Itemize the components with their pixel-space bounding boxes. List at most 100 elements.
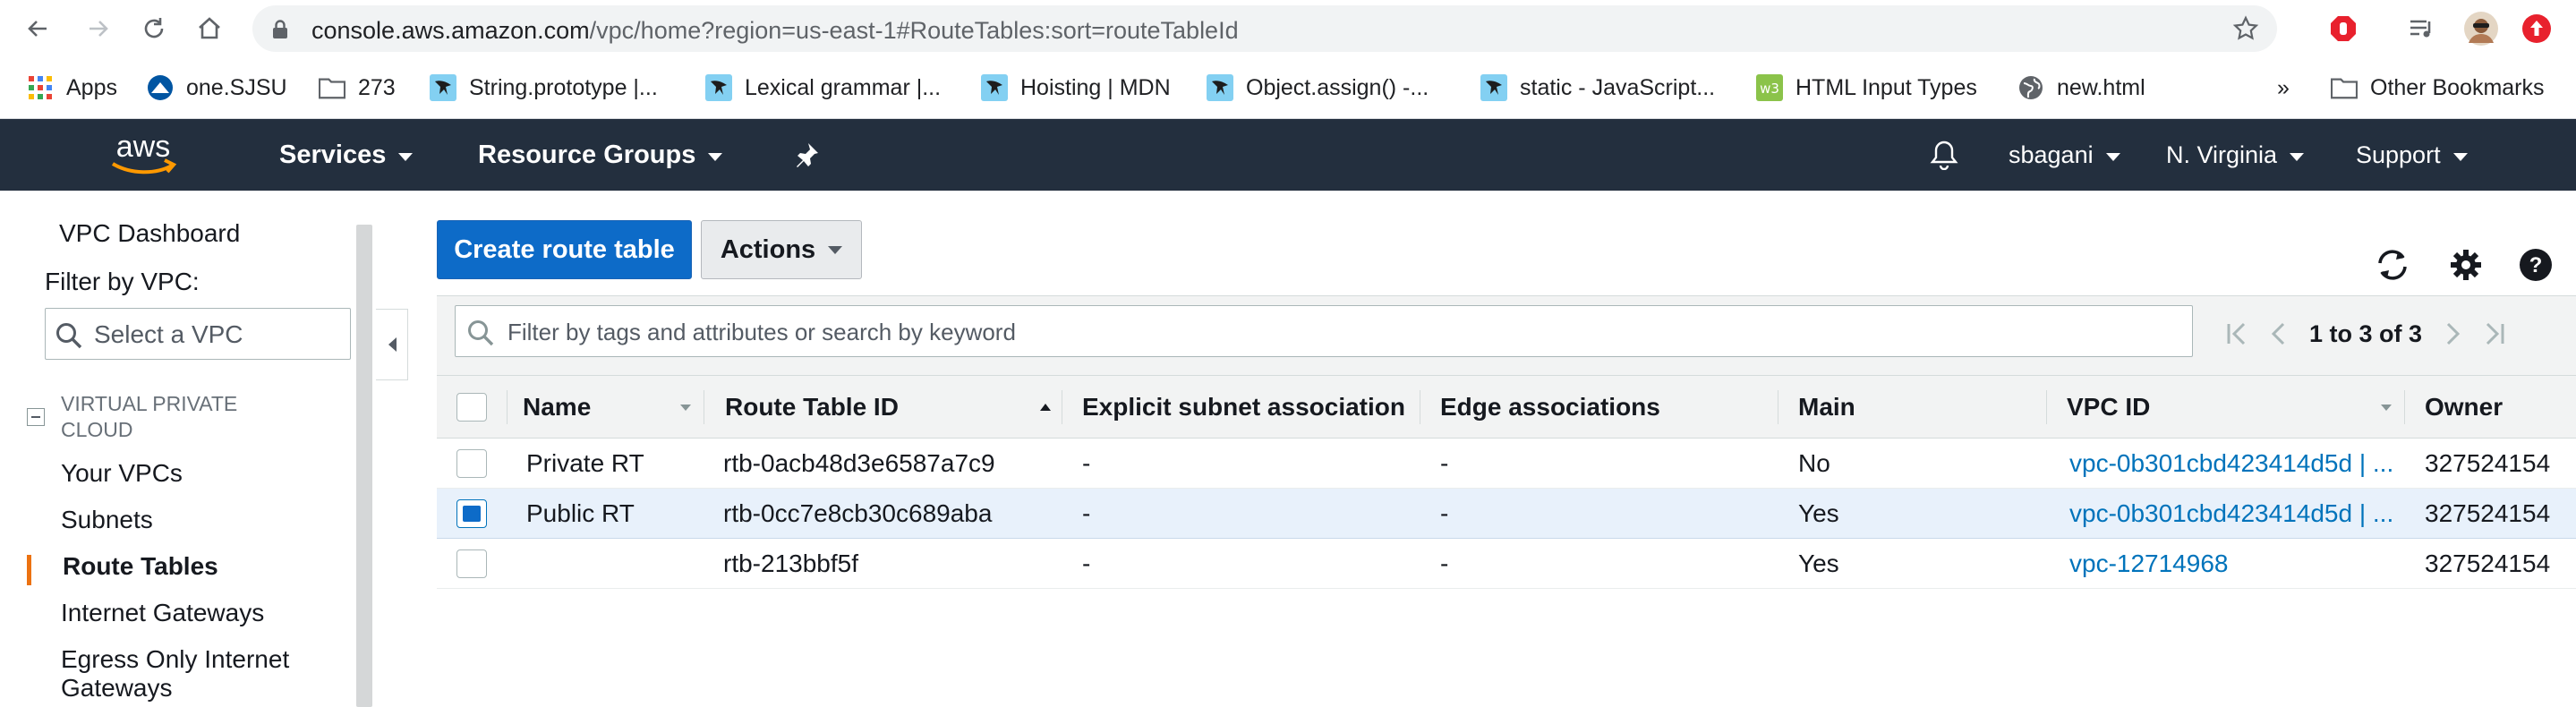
bookmarks-overflow-button[interactable]: » (2277, 70, 2290, 106)
cell-edge-associations: - (1440, 499, 1449, 527)
next-page-icon[interactable] (2433, 316, 2474, 352)
search-icon (466, 319, 495, 352)
column-header-vpc-id[interactable]: VPC ID (2067, 376, 2371, 439)
address-bar[interactable]: console.aws.amazon.com/vpc/home?region=u… (252, 5, 2277, 52)
media-queue-icon[interactable] (2404, 11, 2440, 47)
notifications-bell-icon[interactable] (1930, 139, 1958, 171)
bookmark-273[interactable]: 273 (319, 70, 396, 106)
chevron-down-icon (2452, 152, 2468, 161)
select-all-checkbox[interactable] (456, 393, 487, 422)
column-divider (2046, 390, 2047, 424)
cell-owner: 327524154 (2425, 499, 2551, 527)
column-header-explicit-subnet-association[interactable]: Explicit subnet association (1082, 376, 1413, 439)
sidebar-item-subnets[interactable]: Subnets (61, 506, 153, 534)
bookmark-label: Apps (66, 74, 117, 100)
sort-caret-icon[interactable] (680, 405, 691, 411)
cell-vpc-id-link[interactable]: vpc-12714968 (2069, 539, 2401, 589)
lock-icon (272, 20, 288, 44)
actions-dropdown-button[interactable]: Actions (701, 220, 862, 279)
bookmark-hoisting[interactable]: Hoisting | MDN (981, 70, 1171, 106)
adblock-extension-icon[interactable] (2325, 11, 2361, 47)
bookmark-one-sjsu[interactable]: one.SJSU (147, 70, 287, 106)
services-menu[interactable]: Services (279, 139, 414, 171)
chevron-down-icon (2105, 152, 2120, 161)
table-row[interactable]: Private RT rtb-0acb48d3e6587a7c9 - - No … (437, 439, 2576, 489)
settings-gear-icon[interactable] (2447, 246, 2485, 284)
aws-logo[interactable]: aws (106, 130, 181, 184)
cell-vpc-id-link[interactable]: vpc-0b301cbd423414d5d | ... (2069, 489, 2401, 539)
row-checkbox-checked[interactable] (456, 499, 487, 528)
bookmark-html-input-types[interactable]: w3 HTML Input Types (1756, 70, 1977, 106)
update-icon[interactable] (2519, 11, 2555, 47)
sidebar-item-route-tables[interactable]: Route Tables (63, 552, 218, 581)
cell-explicit-subnet-association: - (1082, 549, 1091, 577)
folder-icon (319, 74, 345, 101)
column-header-route-table-id[interactable]: Route Table ID (725, 376, 1029, 439)
aws-top-nav: aws Services Resource Groups sbagani N. … (0, 119, 2576, 191)
bookmark-new-html[interactable]: new.html (2017, 70, 2145, 106)
mdn-icon (981, 74, 1008, 101)
sjsu-icon (147, 74, 174, 101)
bookmark-label: 273 (358, 74, 396, 100)
collapse-section-icon[interactable] (27, 408, 45, 426)
first-page-icon[interactable] (2216, 316, 2257, 352)
column-header-owner[interactable]: Owner (2425, 376, 2576, 439)
sidebar-item-your-vpcs[interactable]: Your VPCs (61, 459, 183, 488)
cell-name (526, 539, 702, 589)
bookmark-lexical-grammar[interactable]: Lexical grammar |... (705, 70, 941, 106)
row-checkbox[interactable] (456, 449, 487, 478)
bookmark-static-javascript[interactable]: static - JavaScript... (1480, 70, 1715, 106)
sidebar-vpc-dashboard[interactable]: VPC Dashboard (59, 219, 240, 248)
bookmark-label: Other Bookmarks (2370, 74, 2545, 100)
sidebar-collapse-toggle[interactable] (376, 309, 408, 380)
sidebar-item-egress-only-internet-gateways[interactable]: Egress Only Internet Gateways (61, 645, 329, 703)
actions-label: Actions (720, 234, 816, 264)
sort-ascending-icon[interactable] (1040, 404, 1051, 411)
column-divider (507, 390, 508, 424)
resource-groups-menu[interactable]: Resource Groups (478, 139, 723, 171)
pin-icon[interactable] (793, 139, 820, 171)
column-header-edge-associations[interactable]: Edge associations (1440, 376, 1771, 439)
cell-route-table-id: rtb-213bbf5f (723, 549, 858, 577)
user-menu[interactable]: sbagani (2009, 139, 2120, 171)
last-page-icon[interactable] (2474, 316, 2515, 352)
overflow-chevron: » (2277, 74, 2290, 100)
refresh-icon[interactable] (2374, 246, 2411, 284)
sidebar-item-internet-gateways[interactable]: Internet Gateways (61, 599, 264, 627)
region-menu[interactable]: N. Virginia (2166, 139, 2305, 171)
chevron-down-icon (398, 152, 414, 161)
sidebar-group-header[interactable]: VIRTUAL PRIVATE CLOUD (61, 391, 285, 443)
vpc-filter-select[interactable]: Select a VPC (45, 308, 351, 360)
table-row-selected[interactable]: Public RT rtb-0cc7e8cb30c689aba - - Yes … (437, 489, 2576, 539)
column-header-name[interactable]: Name (523, 376, 693, 439)
sidebar-scrollbar[interactable] (356, 225, 372, 707)
cell-main: Yes (1798, 549, 1839, 577)
bookmark-star-icon[interactable] (2232, 15, 2259, 47)
help-icon[interactable]: ? (2517, 246, 2555, 284)
apps-grid-icon (27, 74, 54, 101)
table-row[interactable]: rtb-213bbf5f - - Yes vpc-12714968 327524… (437, 539, 2576, 589)
bookmark-apps[interactable]: Apps (27, 70, 117, 106)
bookmark-object-assign[interactable]: Object.assign() -... (1207, 70, 1429, 106)
bookmark-string-prototype[interactable]: String.prototype |... (430, 70, 658, 106)
profile-avatar-icon[interactable] (2463, 11, 2499, 47)
support-menu[interactable]: Support (2356, 139, 2468, 171)
bookmark-other-bookmarks[interactable]: Other Bookmarks (2331, 70, 2545, 106)
home-icon[interactable] (192, 11, 227, 47)
reload-icon[interactable] (136, 11, 172, 47)
row-checkbox[interactable] (456, 549, 487, 578)
column-header-main[interactable]: Main (1798, 376, 2040, 439)
sort-caret-icon[interactable] (2381, 405, 2392, 411)
table-filter-input[interactable]: Filter by tags and attributes or search … (455, 305, 2193, 357)
bookmark-label: static - JavaScript... (1520, 74, 1716, 100)
table-header: Name Route Table ID Explicit subnet asso… (437, 376, 2576, 439)
bookmark-label: Object.assign() -... (1246, 74, 1429, 100)
previous-page-icon[interactable] (2257, 316, 2299, 352)
create-route-table-button[interactable]: Create route table (437, 220, 692, 279)
pagination: 1 to 3 of 3 (2216, 316, 2515, 352)
cell-explicit-subnet-association: - (1082, 499, 1091, 527)
back-icon[interactable] (20, 11, 55, 47)
forward-icon[interactable] (81, 11, 116, 47)
cell-vpc-id-link[interactable]: vpc-0b301cbd423414d5d | ... (2069, 439, 2401, 489)
filter-placeholder: Filter by tags and attributes or search … (508, 319, 1016, 345)
